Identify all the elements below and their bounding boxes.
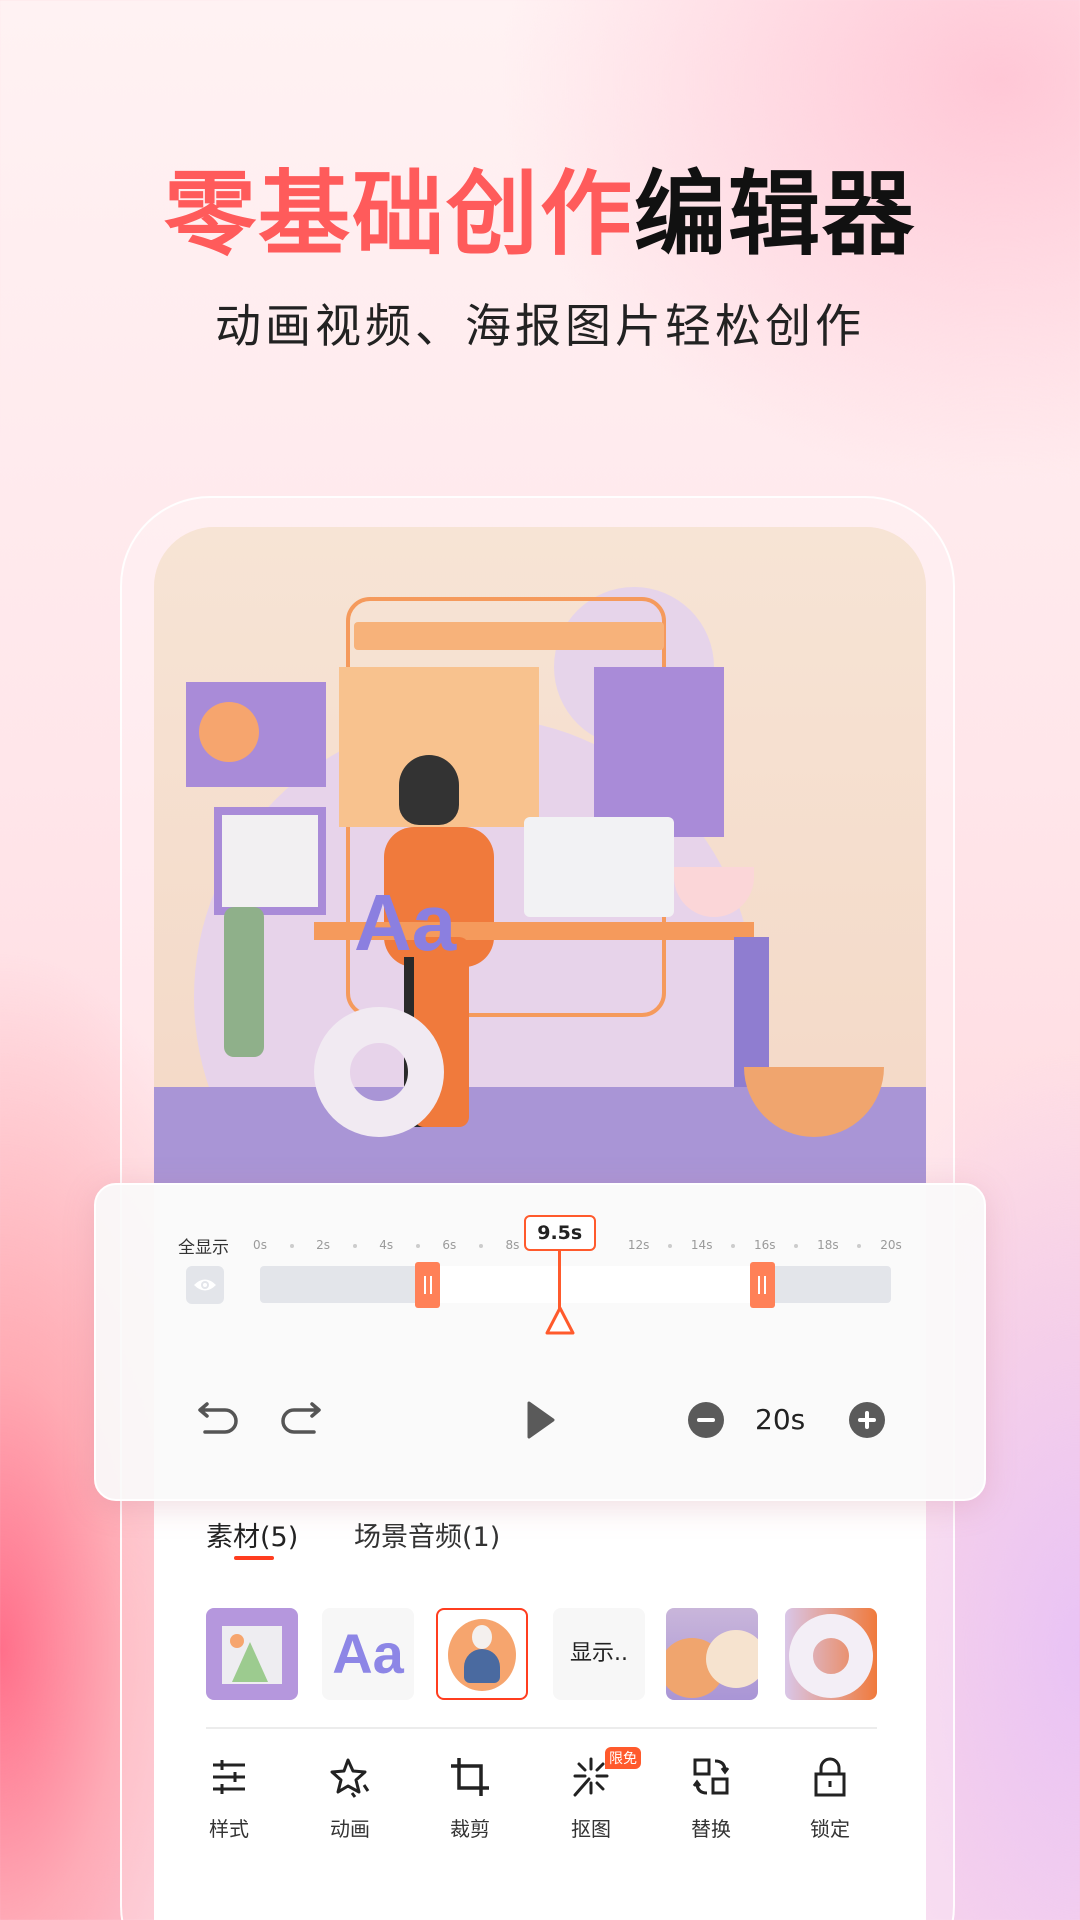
lock-icon: [814, 1757, 846, 1797]
thumbnail-text-aa[interactable]: Aa: [322, 1608, 414, 1700]
tool-label: 锁定: [810, 1817, 850, 1841]
tick-label: 20s: [880, 1238, 902, 1252]
tick-label: 16s: [754, 1238, 776, 1252]
tick-label: 0s: [253, 1238, 267, 1252]
zoom-in-icon[interactable]: [848, 1401, 886, 1439]
redo-icon[interactable]: [280, 1402, 324, 1438]
tick-label: 6s: [442, 1238, 457, 1252]
eye-icon: [194, 1279, 216, 1291]
tool-style-button[interactable]: 样式: [179, 1755, 279, 1842]
tool-crop-button[interactable]: 裁剪: [420, 1755, 520, 1842]
title-highlight: 零基础创作: [163, 161, 634, 268]
tool-label: 抠图: [571, 1817, 611, 1841]
aa-decoration: Aa: [354, 878, 457, 967]
playhead-handle-icon: [545, 1306, 575, 1335]
play-icon[interactable]: [525, 1400, 557, 1440]
divider: [206, 1727, 877, 1729]
tick-dot: [668, 1244, 673, 1248]
playhead[interactable]: 9.5s: [523, 1215, 596, 1337]
tick-dot: [352, 1244, 357, 1248]
show-all-label[interactable]: 全显示: [178, 1233, 229, 1258]
duration-label: 20s: [755, 1403, 806, 1436]
tick-label: 14s: [690, 1238, 713, 1252]
tick-label: 4s: [379, 1238, 394, 1252]
tick-dot: [794, 1244, 799, 1248]
tick-label: 2s: [316, 1238, 331, 1252]
playhead-time-label: 9.5s: [523, 1215, 596, 1251]
trim-handle-start[interactable]: [415, 1262, 441, 1308]
tick-dot: [857, 1244, 862, 1248]
tick-label: 18s: [817, 1238, 839, 1252]
tab-materials[interactable]: 素材(5): [206, 1515, 298, 1554]
tick-dot: [289, 1244, 294, 1248]
tool-cutout-button[interactable]: 抠图 限免: [541, 1747, 641, 1842]
tool-label: 裁剪: [450, 1817, 490, 1841]
tool-label: 动画: [330, 1817, 370, 1841]
trim-handle-end[interactable]: [749, 1262, 775, 1308]
thumbnail-avatar-selected[interactable]: [436, 1608, 528, 1700]
tool-label: 替换: [691, 1817, 731, 1841]
thumbnail-text[interactable]: 显示..: [553, 1608, 645, 1700]
canvas-illustration: Aa: [154, 527, 926, 1183]
page-title: 零基础创作编辑器: [0, 160, 1080, 270]
visibility-toggle[interactable]: [186, 1266, 224, 1304]
title-rest: 编辑器: [634, 161, 917, 268]
tab-scene-audio[interactable]: 场景音频(1): [354, 1515, 500, 1554]
star-sparkle-icon: [330, 1758, 370, 1798]
crop-icon: [451, 1758, 489, 1796]
tool-animation-button[interactable]: 动画: [300, 1755, 400, 1842]
tick-dot: [731, 1244, 736, 1248]
free-badge: 限免: [605, 1747, 641, 1769]
sliders-icon: [213, 1760, 245, 1794]
undo-icon[interactable]: [195, 1402, 239, 1438]
swap-icon: [692, 1758, 730, 1795]
active-tab-indicator: [234, 1556, 274, 1560]
tick-label: 8s: [505, 1238, 520, 1252]
tick-label: 12s: [627, 1238, 650, 1252]
thumbnail-hemispheres[interactable]: [666, 1608, 758, 1700]
tool-lock-button[interactable]: 锁定: [780, 1755, 880, 1842]
page-subtitle: 动画视频、海报图片轻松创作: [215, 299, 865, 353]
thumbnail-image[interactable]: [206, 1608, 298, 1700]
tool-replace-button[interactable]: 替换: [661, 1755, 761, 1842]
tick-dot: [478, 1244, 483, 1248]
tool-label: 样式: [209, 1817, 249, 1841]
tick-dot: [415, 1244, 420, 1248]
zoom-out-icon[interactable]: [687, 1401, 725, 1439]
thumbnail-torus[interactable]: [785, 1608, 877, 1700]
